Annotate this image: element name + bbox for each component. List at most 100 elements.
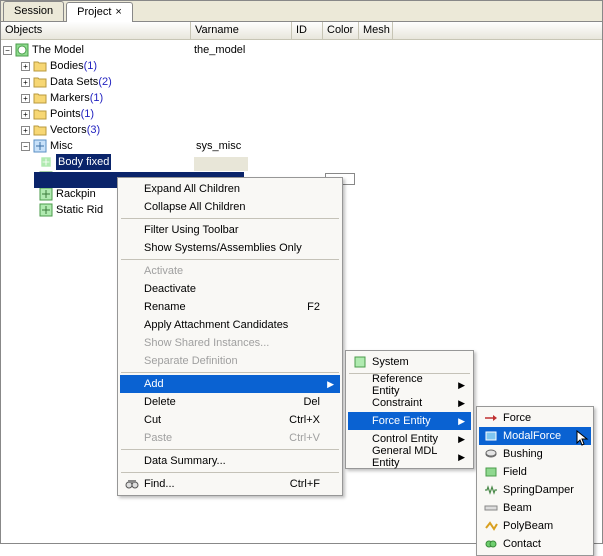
shortcut: Ctrl+X xyxy=(289,414,320,426)
datasets-label: Data Sets xyxy=(50,74,98,90)
shortcut: Ctrl+V xyxy=(289,432,320,444)
tree-row-vectors[interactable]: + Vectors (3) xyxy=(1,122,602,138)
menu-label: Expand All Children xyxy=(144,183,240,195)
menu-expand-all[interactable]: Expand All Children xyxy=(120,180,340,198)
shortcut: Ctrl+F xyxy=(290,478,320,490)
folder-icon xyxy=(33,123,47,137)
menu-modalforce[interactable]: ModalForce xyxy=(479,427,591,445)
submenu-force-entity: Force ModalForce Bushing Field SpringDam… xyxy=(476,406,594,556)
header-varname[interactable]: Varname xyxy=(191,22,292,39)
context-menu: Expand All Children Collapse All Childre… xyxy=(117,177,343,496)
separator xyxy=(121,449,339,450)
bodyfixed-label: Body fixed xyxy=(56,154,111,170)
menu-paste: Paste Ctrl+V xyxy=(120,429,340,447)
menu-constraint[interactable]: Constraint ▶ xyxy=(348,394,471,412)
separator xyxy=(121,218,339,219)
folder-icon xyxy=(33,91,47,105)
field-icon xyxy=(483,466,499,478)
expander-plus-icon[interactable]: + xyxy=(21,94,30,103)
expander-plus-icon[interactable]: + xyxy=(21,62,30,71)
beam-icon xyxy=(483,503,499,513)
submenu-arrow-icon: ▶ xyxy=(458,434,465,445)
menu-polybeam[interactable]: PolyBeam xyxy=(479,517,591,535)
submenu-arrow-icon: ▶ xyxy=(458,416,465,427)
model-label: The Model xyxy=(32,42,84,58)
menu-springdamper[interactable]: SpringDamper xyxy=(479,481,591,499)
menu-label: System xyxy=(372,356,409,368)
menu-contact[interactable]: Contact xyxy=(479,535,591,553)
header-objects[interactable]: Objects xyxy=(1,22,191,39)
expander-plus-icon[interactable]: + xyxy=(21,126,30,135)
menu-general-mdl-entity[interactable]: General MDL Entity▶ xyxy=(348,448,471,466)
menu-delete[interactable]: DeleteDel xyxy=(120,393,340,411)
expander-minus-icon[interactable]: − xyxy=(21,142,30,151)
folder-icon xyxy=(33,107,47,121)
menu-label: ModalForce xyxy=(503,430,561,442)
tab-project[interactable]: Project× xyxy=(66,2,133,22)
submenu-arrow-icon: ▶ xyxy=(458,452,465,463)
menu-label: Paste xyxy=(144,432,172,444)
system-icon xyxy=(39,187,53,201)
menu-find[interactable]: Find... Ctrl+F xyxy=(120,475,340,493)
expander-plus-icon[interactable]: + xyxy=(21,110,30,119)
header-id[interactable]: ID xyxy=(292,22,323,39)
header-mesh[interactable]: Mesh xyxy=(359,22,393,39)
close-icon[interactable]: × xyxy=(115,6,121,18)
menu-label: Cut xyxy=(144,414,161,426)
system-icon xyxy=(352,356,368,368)
menu-reference-entity[interactable]: Reference Entity▶ xyxy=(348,376,471,394)
menu-rename[interactable]: RenameF2 xyxy=(120,298,340,316)
menu-deactivate[interactable]: Deactivate xyxy=(120,280,340,298)
menu-label: Constraint xyxy=(372,397,422,409)
menu-data-summary[interactable]: Data Summary... xyxy=(120,452,340,470)
misc-label: Misc xyxy=(50,138,73,154)
tree-row-bodies[interactable]: + Bodies (1) xyxy=(1,58,602,74)
menu-label: Deactivate xyxy=(144,283,196,295)
menu-beam[interactable]: Beam xyxy=(479,499,591,517)
tree-row-datasets[interactable]: + Data Sets (2) xyxy=(1,74,602,90)
menu-field[interactable]: Field xyxy=(479,463,591,481)
menu-add[interactable]: Add▶ xyxy=(120,375,340,393)
menu-label: Beam xyxy=(503,502,532,514)
menu-filter-toolbar[interactable]: Filter Using Toolbar xyxy=(120,221,340,239)
menu-label: Show Systems/Assemblies Only xyxy=(144,242,302,254)
menu-collapse-all[interactable]: Collapse All Children xyxy=(120,198,340,216)
tree-row-markers[interactable]: + Markers (1) xyxy=(1,90,602,106)
menu-label: Apply Attachment Candidates xyxy=(144,319,288,331)
contact-icon xyxy=(483,538,499,550)
model-varname: the_model xyxy=(194,42,245,58)
markers-label: Markers xyxy=(50,90,90,106)
header-color[interactable]: Color xyxy=(323,22,359,39)
menu-label: Find... xyxy=(144,478,175,490)
misc-icon xyxy=(33,139,47,153)
menu-cut[interactable]: Cut Ctrl+X xyxy=(120,411,340,429)
menu-apply-attachment[interactable]: Apply Attachment Candidates xyxy=(120,316,340,334)
tree-row-points[interactable]: + Points (1) xyxy=(1,106,602,122)
menu-label: Contact xyxy=(503,538,541,550)
menu-force[interactable]: Force xyxy=(479,409,591,427)
menu-label: SpringDamper xyxy=(503,484,574,496)
submenu-arrow-icon: ▶ xyxy=(458,398,465,409)
menu-separate-def: Separate Definition xyxy=(120,352,340,370)
menu-force-entity[interactable]: Force Entity▶ xyxy=(348,412,471,430)
menu-label: Data Summary... xyxy=(144,455,226,467)
shortcut: F2 xyxy=(307,301,320,313)
menu-system[interactable]: System xyxy=(348,353,471,371)
submenu-arrow-icon: ▶ xyxy=(327,379,334,390)
tree-row-misc[interactable]: − Misc sys_misc xyxy=(1,138,602,154)
menu-show-systems[interactable]: Show Systems/Assemblies Only xyxy=(120,239,340,257)
points-count: (1) xyxy=(81,106,94,122)
vectors-count: (3) xyxy=(87,122,100,138)
expander-minus-icon[interactable]: − xyxy=(3,46,12,55)
menu-label: Field xyxy=(503,466,527,478)
expander-plus-icon[interactable]: + xyxy=(21,78,30,87)
tree-row-model[interactable]: − The Model the_model xyxy=(1,42,602,58)
menu-bushing[interactable]: Bushing xyxy=(479,445,591,463)
menu-label: Show Shared Instances... xyxy=(144,337,269,349)
spring-icon xyxy=(483,484,499,496)
separator xyxy=(121,372,339,373)
tab-session[interactable]: Session xyxy=(3,1,64,21)
tree-row-bodyfixed[interactable]: Body fixed xyxy=(1,154,602,170)
staticride-label: Static Rid xyxy=(56,202,103,218)
menu-label: Collapse All Children xyxy=(144,201,246,213)
